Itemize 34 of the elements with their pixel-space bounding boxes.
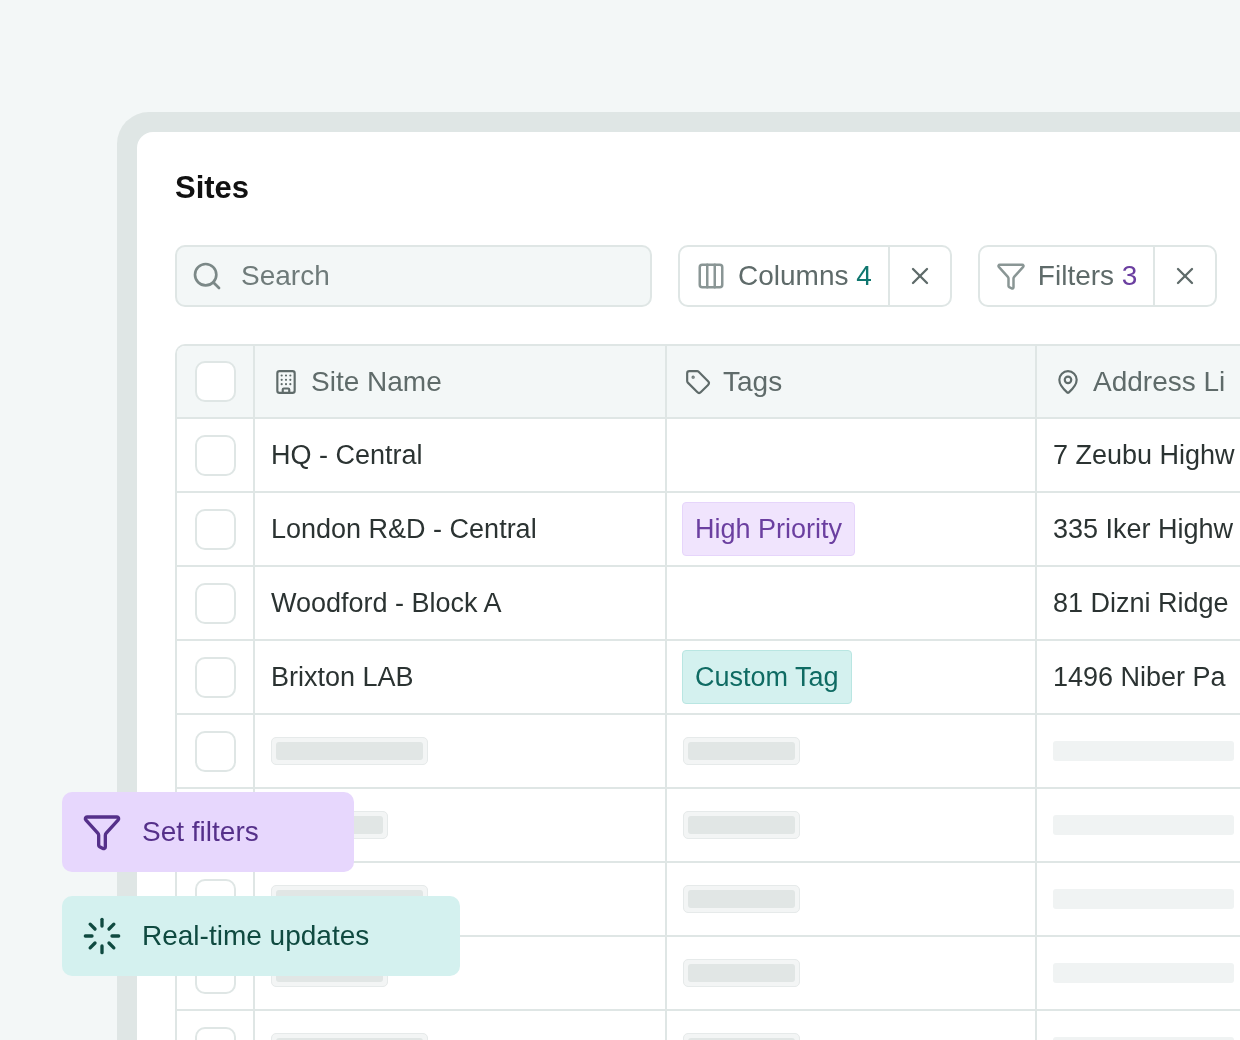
filter-icon <box>82 812 122 852</box>
set-filters-toast: Set filters <box>62 792 354 872</box>
tag-badge: High Priority <box>682 502 856 556</box>
filter-icon <box>995 261 1026 291</box>
page-title: Sites <box>175 170 251 206</box>
spinner-icon <box>82 916 122 956</box>
updates-toast: Real-time updates <box>62 896 460 976</box>
checkbox[interactable] <box>194 730 236 772</box>
table-cell-text: 7 Zeubu Highw <box>1052 438 1236 472</box>
search-icon <box>191 260 223 292</box>
tag-badge: Custom Tag <box>682 650 852 704</box>
search-field[interactable]: Search <box>175 245 652 307</box>
table-cell: Woodford - Block A <box>255 567 667 639</box>
column-header[interactable]: Tags <box>667 346 1037 417</box>
column-header[interactable]: Address Li <box>1037 346 1240 417</box>
table-cell: London R&D - Central <box>255 493 667 565</box>
table-cell-text: 1496 Niber Pa <box>1052 660 1227 694</box>
checkbox[interactable] <box>194 508 236 550</box>
tag-icon <box>685 368 711 395</box>
column-label: Address Li <box>1093 364 1226 399</box>
checkbox[interactable] <box>194 582 236 624</box>
column-label: Tags <box>723 364 783 399</box>
checkbox[interactable] <box>194 434 236 476</box>
table-cell-text: 81 Dizni Ridge <box>1052 586 1230 620</box>
checkbox[interactable] <box>194 656 236 698</box>
table-cell: HQ - Central <box>255 419 667 491</box>
building-icon <box>273 368 299 395</box>
checkbox[interactable] <box>194 361 236 402</box>
columns-icon <box>696 261 726 291</box>
column-label: Site Name <box>311 364 442 399</box>
map-pin-icon <box>1055 368 1081 395</box>
table-cell: Brixton LAB <box>255 641 667 713</box>
column-header[interactable]: Site Name <box>255 346 667 417</box>
table-cell-text: 335 Iker Highw <box>1052 512 1235 546</box>
